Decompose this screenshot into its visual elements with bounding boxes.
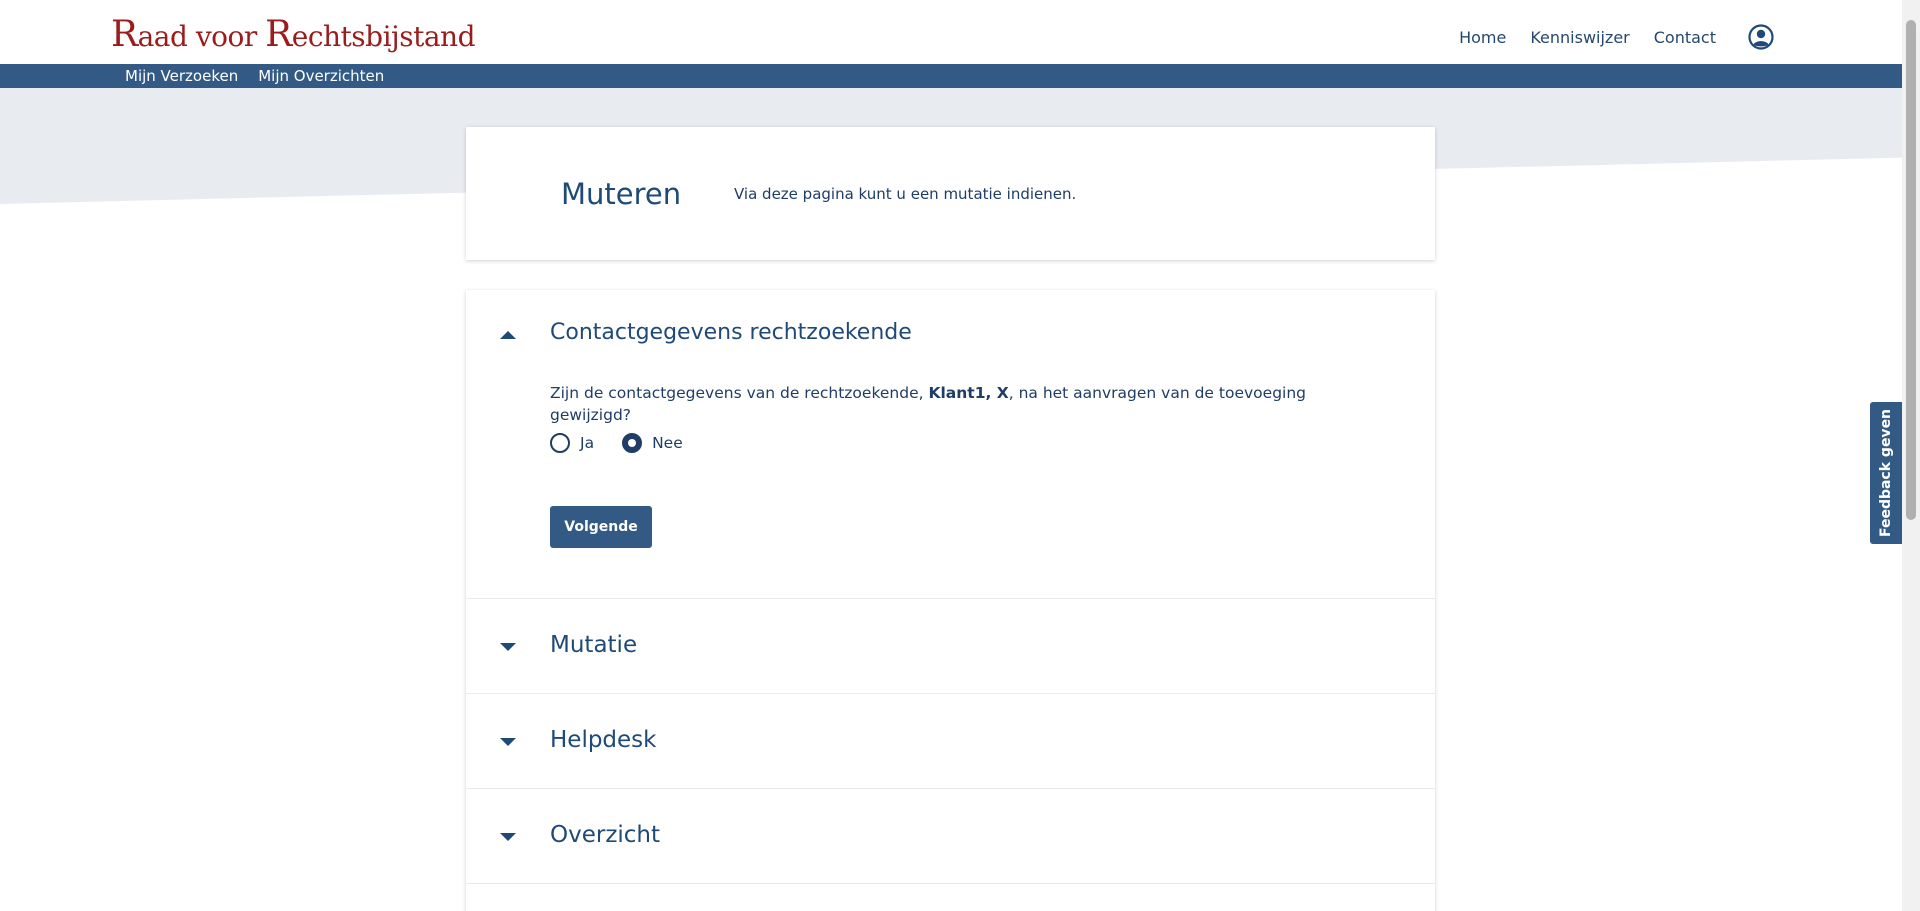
intro-card: Muteren Via deze pagina kunt u een mutat… bbox=[466, 127, 1435, 260]
nav-contact-link[interactable]: Contact bbox=[1654, 28, 1716, 47]
accordion-title: Helpdesk bbox=[550, 727, 657, 753]
accordion-overzicht: Overzicht bbox=[466, 789, 1435, 884]
contact-question: Zijn de contactgegevens van de rechtzoek… bbox=[550, 384, 1306, 424]
chevron-down-icon bbox=[500, 833, 516, 841]
top-navigation: Home Kenniswijzer Contact bbox=[1459, 24, 1774, 50]
radio-unchecked-icon[interactable] bbox=[550, 433, 570, 453]
feedback-label: Feedback geven bbox=[1878, 408, 1895, 538]
accordion-title: Overzicht bbox=[550, 822, 661, 848]
chevron-up-icon bbox=[500, 331, 516, 339]
subnav-mijn-overzichten[interactable]: Mijn Overzichten bbox=[258, 67, 384, 85]
next-button[interactable]: Volgende bbox=[550, 506, 652, 548]
accordion-header-mutatie[interactable]: Mutatie bbox=[466, 599, 1435, 694]
accordion-title: Mutatie bbox=[550, 632, 638, 658]
subnav-mijn-verzoeken[interactable]: Mijn Verzoeken bbox=[125, 67, 238, 85]
intro-text: Via deze pagina kunt u een mutatie indie… bbox=[734, 185, 1077, 203]
scrollbar-thumb[interactable] bbox=[1906, 20, 1916, 520]
accordion-card: Contactgegevens rechtzoekende Zijn de co… bbox=[466, 290, 1435, 911]
scrollbar[interactable] bbox=[1902, 0, 1920, 911]
radio-option-ja[interactable]: Ja bbox=[550, 433, 594, 453]
chevron-down-icon bbox=[500, 738, 516, 746]
logo[interactable]: Raad voor Rechtsbijstand bbox=[111, 14, 476, 55]
accordion-helpdesk: Helpdesk bbox=[466, 694, 1435, 789]
accordion-contactgegevens: Contactgegevens rechtzoekende Zijn de co… bbox=[466, 290, 1435, 599]
nav-kenniswijzer-link[interactable]: Kenniswijzer bbox=[1530, 28, 1629, 47]
nav-home-link[interactable]: Home bbox=[1459, 28, 1506, 47]
accordion-mutatie: Mutatie bbox=[466, 599, 1435, 694]
radio-option-nee[interactable]: Nee bbox=[622, 433, 683, 453]
sub-navigation: Mijn Verzoeken Mijn Overzichten bbox=[0, 64, 1902, 88]
radio-group: Ja Nee bbox=[550, 433, 683, 453]
accordion-header-overzicht[interactable]: Overzicht bbox=[466, 789, 1435, 884]
user-circle-icon[interactable] bbox=[1748, 24, 1774, 50]
accordion-title: Contactgegevens rechtzoekende bbox=[550, 320, 912, 345]
radio-checked-icon[interactable] bbox=[622, 433, 643, 453]
chevron-down-icon bbox=[500, 643, 516, 651]
accordion-header-contactgegevens[interactable]: Contactgegevens rechtzoekende bbox=[466, 290, 1435, 385]
top-header: Raad voor Rechtsbijstand Home Kenniswijz… bbox=[0, 0, 1920, 64]
feedback-button[interactable]: Feedback geven bbox=[1870, 402, 1902, 544]
page-title: Muteren bbox=[561, 177, 682, 211]
accordion-header-helpdesk[interactable]: Helpdesk bbox=[466, 694, 1435, 789]
